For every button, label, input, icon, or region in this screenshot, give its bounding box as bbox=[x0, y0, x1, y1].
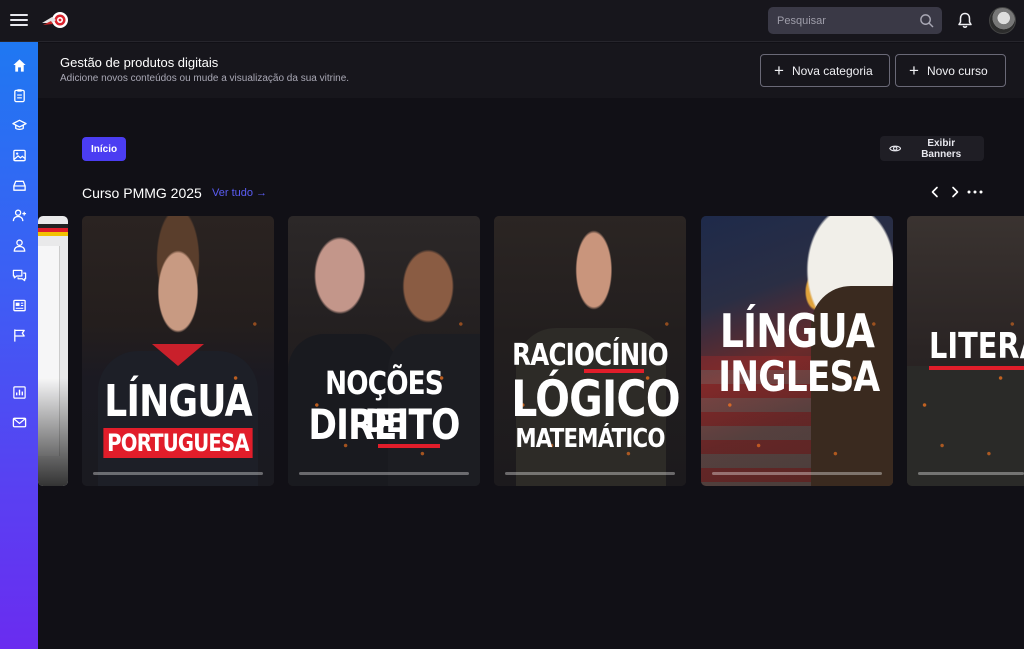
sidebar-item-news[interactable] bbox=[9, 295, 29, 315]
sidebar-item-users[interactable] bbox=[9, 235, 29, 255]
chat-icon bbox=[12, 269, 26, 281]
chevron-left-icon[interactable] bbox=[928, 185, 942, 199]
top-bar bbox=[0, 0, 1024, 42]
plus-icon: + bbox=[774, 61, 784, 80]
show-banners-label: Exibir Banners bbox=[921, 137, 962, 160]
sidebar-item-mail[interactable] bbox=[9, 412, 29, 432]
sidebar-item-courses[interactable] bbox=[9, 115, 29, 135]
progress-bar bbox=[918, 472, 1024, 475]
sidebar-item-inbox[interactable] bbox=[9, 175, 29, 195]
page-title: Gestão de produtos digitais bbox=[60, 55, 219, 70]
sidebar bbox=[0, 42, 38, 649]
sidebar-item-flag[interactable] bbox=[9, 325, 29, 345]
progress-bar bbox=[93, 472, 263, 475]
sidebar-item-add-user[interactable] bbox=[9, 205, 29, 225]
mail-icon bbox=[12, 417, 26, 427]
card-title: LITERAT bbox=[929, 326, 1024, 367]
card-title: LÍNGUA bbox=[104, 376, 252, 427]
eye-icon bbox=[889, 145, 902, 152]
logo[interactable] bbox=[40, 9, 70, 31]
new-course-label: Novo curso bbox=[926, 63, 988, 78]
avatar[interactable] bbox=[989, 7, 1016, 34]
see-all-link[interactable]: Ver tudo → bbox=[212, 187, 267, 199]
card-subtitle: LÓGICO bbox=[511, 370, 680, 428]
card-subtitle: PORTUGUESA bbox=[99, 428, 256, 458]
user-plus-icon bbox=[12, 208, 26, 221]
more-options-icon[interactable] bbox=[966, 185, 984, 199]
card-subtitle-2: MATEMÁTICO bbox=[515, 424, 665, 454]
course-card[interactable]: RACIOCÍNIO LÓGICO MATEMÁTICO bbox=[494, 216, 686, 486]
clipboard-icon bbox=[13, 88, 25, 102]
sidebar-item-reports[interactable] bbox=[9, 382, 29, 402]
progress-bar bbox=[712, 472, 882, 475]
new-course-button[interactable]: + Novo curso bbox=[895, 54, 1006, 87]
course-card-partial[interactable] bbox=[38, 216, 68, 486]
card-subtitle: DIREITO bbox=[308, 400, 460, 449]
progress-bar bbox=[299, 472, 469, 475]
card-subtitle: INGLESA bbox=[718, 352, 880, 401]
home-icon bbox=[12, 58, 26, 72]
sidebar-item-home[interactable] bbox=[9, 55, 29, 75]
bar-chart-icon bbox=[12, 385, 26, 399]
bell-icon[interactable] bbox=[957, 12, 973, 29]
page-header: Gestão de produtos digitais Adicione nov… bbox=[38, 43, 1024, 98]
search-input[interactable] bbox=[768, 7, 942, 34]
chevron-right-icon[interactable] bbox=[948, 185, 962, 199]
show-banners-button[interactable]: Exibir Banners bbox=[880, 136, 984, 161]
course-card[interactable]: LÍNGUA INGLESA bbox=[701, 216, 893, 486]
inbox-icon bbox=[12, 180, 26, 191]
section-title: Curso PMMG 2025 bbox=[82, 185, 202, 201]
card-title: LÍNGUA bbox=[719, 304, 875, 358]
new-category-label: Nova categoria bbox=[791, 63, 873, 78]
card-title: RACIOCÍNIO bbox=[512, 338, 669, 373]
page-subtitle: Adicione novos conteúdos ou mude a visua… bbox=[60, 73, 350, 84]
sidebar-item-comments[interactable] bbox=[9, 265, 29, 285]
graduation-cap-icon bbox=[11, 119, 27, 130]
plus-icon: + bbox=[909, 61, 919, 80]
search-box[interactable] bbox=[768, 7, 942, 34]
menu-icon[interactable] bbox=[10, 11, 28, 29]
newspaper-icon bbox=[12, 299, 26, 311]
card-subtitle-tag: PORTUGUESA bbox=[103, 428, 253, 458]
sidebar-item-images[interactable] bbox=[9, 145, 29, 165]
sidebar-item-clipboard[interactable] bbox=[9, 85, 29, 105]
flag-icon bbox=[13, 328, 25, 342]
search-icon[interactable] bbox=[919, 13, 934, 28]
course-card[interactable]: NOÇÕES DE DIREITO bbox=[288, 216, 480, 486]
course-card[interactable]: LITERAT bbox=[907, 216, 1024, 486]
tab-inicio[interactable]: Início bbox=[82, 137, 127, 161]
progress-bar bbox=[505, 472, 675, 475]
image-icon bbox=[12, 149, 26, 161]
new-category-button[interactable]: + Nova categoria bbox=[760, 54, 890, 87]
course-card[interactable]: LÍNGUA PORTUGUESA bbox=[82, 216, 274, 486]
users-icon bbox=[13, 238, 25, 252]
